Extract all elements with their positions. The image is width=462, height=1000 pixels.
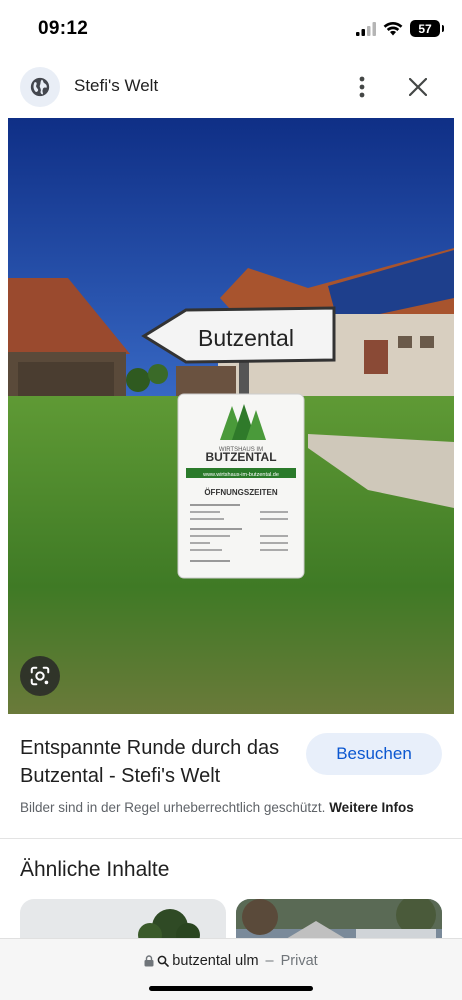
google-lens-button[interactable] — [20, 656, 60, 696]
visit-button[interactable]: Besuchen — [306, 733, 442, 775]
battery-level: 57 — [418, 21, 432, 36]
board-brand: BUTZENTAL — [205, 450, 276, 464]
signal-icon — [356, 21, 376, 36]
copyright-text: Bilder sind in der Regel urheberrechtlic… — [20, 800, 326, 815]
home-indicator[interactable] — [149, 986, 313, 991]
url-query: butzental ulm — [172, 953, 259, 969]
close-icon — [409, 78, 427, 96]
browser-address-bar[interactable]: butzental ulm – Privat — [0, 938, 462, 1000]
more-options-button[interactable] — [350, 74, 374, 100]
status-bar: 09:12 57 — [0, 0, 462, 58]
result-image[interactable]: Butzental WIRTSHAUS IM BUTZENTAL www.wir… — [8, 118, 454, 714]
url-separator: – — [265, 953, 274, 969]
close-button[interactable] — [404, 73, 432, 101]
restaurant-board: WIRTSHAUS IM BUTZENTAL www.wirtshaus-im-… — [177, 393, 305, 579]
board-url: www.wirtshaus-im-butzental.de — [202, 472, 279, 478]
direction-sign-text: Butzental — [198, 325, 294, 351]
status-time: 09:12 — [38, 18, 89, 39]
battery-indicator: 57 — [410, 20, 444, 37]
search-icon — [157, 955, 170, 967]
globe-icon — [30, 77, 50, 97]
lock-icon — [144, 955, 154, 967]
similar-content-heading: Ähnliche Inhalte — [20, 858, 170, 881]
status-icons: 57 — [356, 20, 444, 37]
google-lens-icon — [30, 666, 50, 686]
site-name[interactable]: Stefi's Welt — [74, 76, 158, 96]
board-heading: ÖFFNUNGSZEITEN — [204, 488, 278, 497]
address-row[interactable]: butzental ulm – Privat — [0, 953, 462, 969]
more-info-link[interactable]: Weitere Infos — [329, 800, 414, 815]
source-header: Stefi's Welt — [0, 64, 462, 110]
more-vert-icon — [359, 76, 365, 98]
result-title[interactable]: Entspannte Runde durch das Butzental - S… — [20, 734, 298, 790]
wifi-icon — [383, 21, 403, 36]
site-favicon — [20, 67, 60, 107]
private-mode-label: Privat — [280, 953, 318, 969]
copyright-notice: Bilder sind in der Regel urheberrechtlic… — [20, 800, 414, 815]
section-divider — [0, 838, 462, 839]
